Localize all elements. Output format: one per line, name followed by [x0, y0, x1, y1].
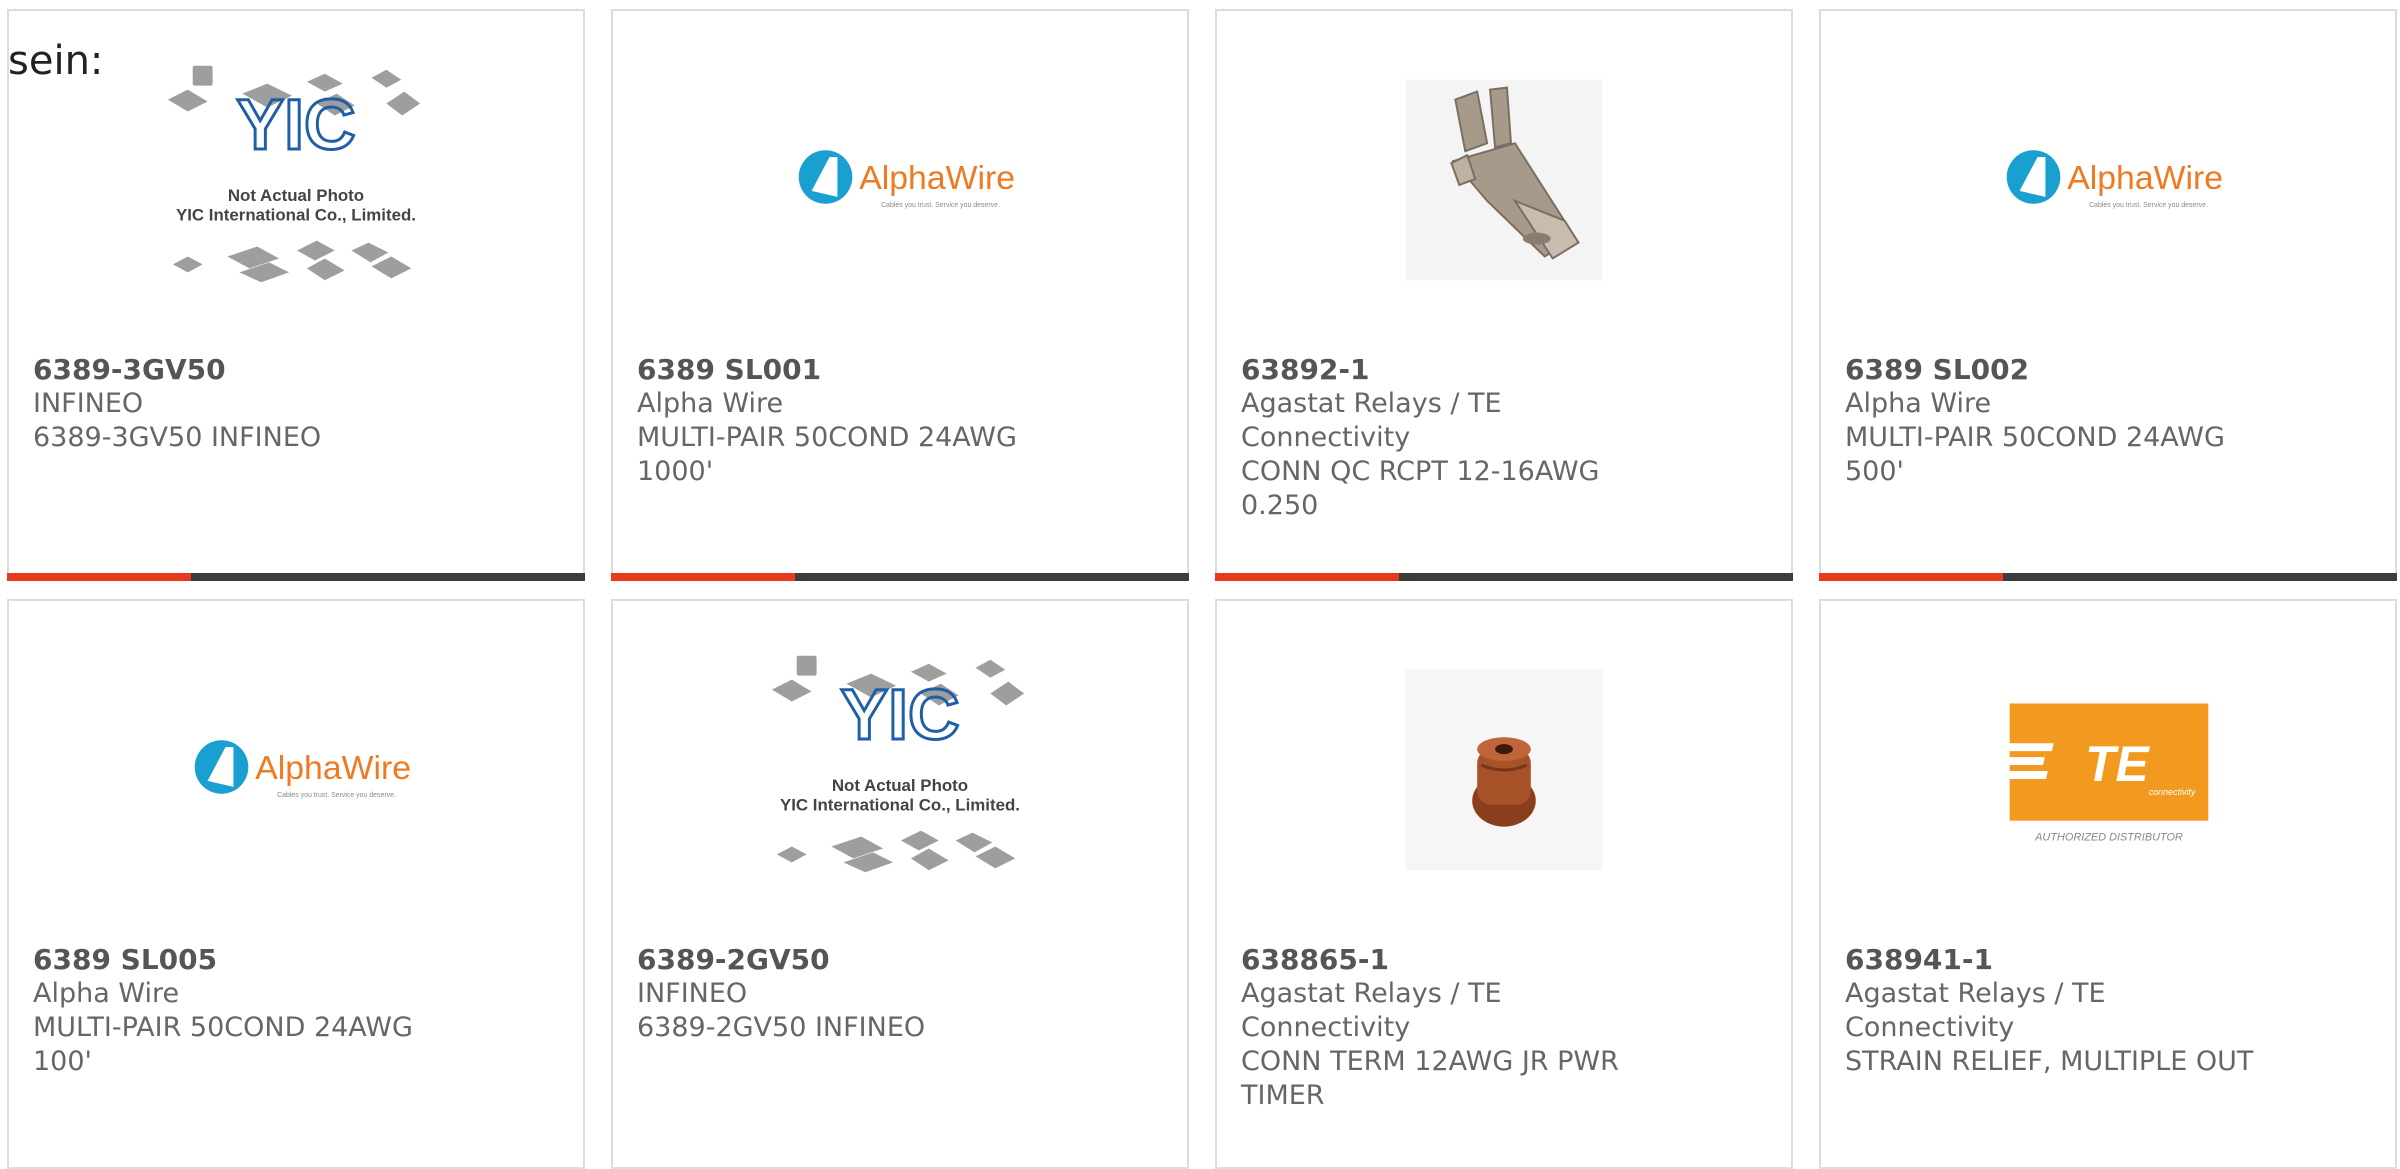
card-progress-accent — [7, 573, 191, 581]
product-description: CONN TERM 12AWG JR PWR TIMER — [1241, 1046, 1619, 1111]
product-image[interactable]: YIC Not Actual Photo YIC International C… — [9, 51, 583, 311]
product-info: 638941-1 Agastat Relays / TE Connectivit… — [1845, 943, 2371, 1079]
te-tagline: connectivity — [2149, 787, 2196, 797]
terminal-photo-icon — [1405, 79, 1603, 281]
te-connectivity-logo-icon: TE connectivity AUTHORIZED DISTRIBUTOR — [1996, 703, 2209, 844]
product-manufacturer: Agastat Relays / TE Connectivity — [1241, 978, 1502, 1043]
product-manufacturer: Agastat Relays / TE Connectivity — [1241, 388, 1502, 453]
product-description: CONN QC RCPT 12-16AWG 0.250 — [1241, 456, 1600, 521]
card-progress-accent — [1215, 573, 1399, 581]
product-info: 6389 SL002 Alpha Wire MULTI-PAIR 50COND … — [1845, 353, 2371, 489]
product-part-number[interactable]: 6389 SL001 — [637, 353, 1163, 387]
card-progress-bar — [611, 573, 1189, 581]
product-part-number[interactable]: 638865-1 — [1241, 943, 1767, 977]
page-prefix-text: sein: — [8, 38, 104, 84]
product-manufacturer: INFINEO — [33, 388, 144, 419]
product-info: 638865-1 Agastat Relays / TE Connectivit… — [1241, 943, 1767, 1113]
rubber-seal-photo-icon — [1405, 669, 1603, 871]
product-image[interactable]: AlphaWire Cables you trust. Service you … — [9, 641, 583, 901]
product-description: 6389-3GV50 INFINEO — [33, 422, 322, 453]
card-progress-accent — [1819, 573, 2003, 581]
alphawire-logo-icon: AlphaWire Cables you trust. Service you … — [2006, 150, 2223, 209]
product-description: MULTI-PAIR 50COND 24AWG 1000' — [637, 422, 1017, 487]
yic-placeholder-icon: YIC Not Actual Photo YIC International C… — [167, 65, 421, 283]
product-info: 6389 SL005 Alpha Wire MULTI-PAIR 50COND … — [33, 943, 559, 1079]
alphawire-logo-text: AlphaWire — [2067, 159, 2223, 197]
alphawire-logo-text: AlphaWire — [859, 159, 1015, 197]
yic-placeholder-icon: YIC Not Actual Photo YIC International C… — [771, 655, 1025, 873]
product-manufacturer: Alpha Wire — [1845, 388, 1992, 419]
product-card[interactable]: 638865-1 Agastat Relays / TE Connectivit… — [1215, 599, 1793, 1169]
product-info: 6389-3GV50 INFINEO 6389-3GV50 INFINEO — [33, 353, 559, 455]
product-image[interactable] — [1217, 51, 1791, 311]
product-part-number[interactable]: 63892-1 — [1241, 353, 1767, 387]
card-progress-bar — [1215, 573, 1793, 581]
product-card[interactable]: TE connectivity AUTHORIZED DISTRIBUTOR 6… — [1819, 599, 2397, 1169]
product-image[interactable]: TE connectivity AUTHORIZED DISTRIBUTOR — [1821, 641, 2395, 901]
product-part-number[interactable]: 6389 SL005 — [33, 943, 559, 977]
product-part-number[interactable]: 6389-3GV50 — [33, 353, 559, 387]
product-card[interactable]: AlphaWire Cables you trust. Service you … — [1819, 9, 2397, 581]
product-manufacturer: Alpha Wire — [33, 978, 180, 1009]
product-description: 6389-2GV50 INFINEO — [637, 1012, 926, 1043]
product-card[interactable]: 63892-1 Agastat Relays / TE Connectivity… — [1215, 9, 1793, 581]
product-grid: YIC Not Actual Photo YIC International C… — [0, 0, 2400, 1169]
product-image[interactable]: YIC Not Actual Photo YIC International C… — [613, 641, 1187, 901]
product-card[interactable]: AlphaWire Cables you trust. Service you … — [611, 9, 1189, 581]
product-description: STRAIN RELIEF, MULTIPLE OUT — [1845, 1046, 2254, 1077]
product-manufacturer: Alpha Wire — [637, 388, 784, 419]
product-card[interactable]: YIC Not Actual Photo YIC International C… — [611, 599, 1189, 1169]
card-progress-accent — [611, 573, 795, 581]
yic-caption-line1: Not Actual Photo — [832, 776, 968, 795]
product-info: 6389-2GV50 INFINEO 6389-2GV50 INFINEO — [637, 943, 1163, 1045]
card-progress-bar — [7, 573, 585, 581]
product-part-number[interactable]: 638941-1 — [1845, 943, 2371, 977]
product-manufacturer: Agastat Relays / TE Connectivity — [1845, 978, 2106, 1043]
product-info: 6389 SL001 Alpha Wire MULTI-PAIR 50COND … — [637, 353, 1163, 489]
product-image[interactable]: AlphaWire Cables you trust. Service you … — [1821, 51, 2395, 311]
product-part-number[interactable]: 6389 SL002 — [1845, 353, 2371, 387]
card-progress-bar — [1819, 573, 2397, 581]
product-card[interactable]: AlphaWire Cables you trust. Service you … — [7, 599, 585, 1169]
product-info: 63892-1 Agastat Relays / TE Connectivity… — [1241, 353, 1767, 523]
yic-caption-line2: YIC International Co., Limited. — [176, 206, 416, 225]
alphawire-tagline: Cables you trust. Service you deserve. — [881, 202, 1000, 209]
te-logo-text: TE — [2085, 736, 2150, 792]
te-authorized-note: AUTHORIZED DISTRIBUTOR — [2034, 832, 2183, 844]
yic-caption-line2: YIC International Co., Limited. — [780, 796, 1020, 815]
svg-text:YIC: YIC — [236, 85, 355, 165]
alphawire-tagline: Cables you trust. Service you deserve. — [277, 792, 396, 799]
alphawire-tagline: Cables you trust. Service you deserve. — [2089, 202, 2208, 209]
product-image[interactable]: AlphaWire Cables you trust. Service you … — [613, 51, 1187, 311]
alphawire-logo-icon: AlphaWire Cables you trust. Service you … — [194, 740, 411, 799]
product-manufacturer: INFINEO — [637, 978, 748, 1009]
product-description: MULTI-PAIR 50COND 24AWG 500' — [1845, 422, 2225, 487]
product-image[interactable] — [1217, 641, 1791, 901]
alphawire-logo-text: AlphaWire — [255, 749, 411, 787]
product-description: MULTI-PAIR 50COND 24AWG 100' — [33, 1012, 413, 1077]
product-card[interactable]: YIC Not Actual Photo YIC International C… — [7, 9, 585, 581]
yic-caption-line1: Not Actual Photo — [228, 186, 364, 205]
alphawire-logo-icon: AlphaWire Cables you trust. Service you … — [798, 150, 1015, 209]
svg-text:YIC: YIC — [840, 675, 959, 755]
product-part-number[interactable]: 6389-2GV50 — [637, 943, 1163, 977]
